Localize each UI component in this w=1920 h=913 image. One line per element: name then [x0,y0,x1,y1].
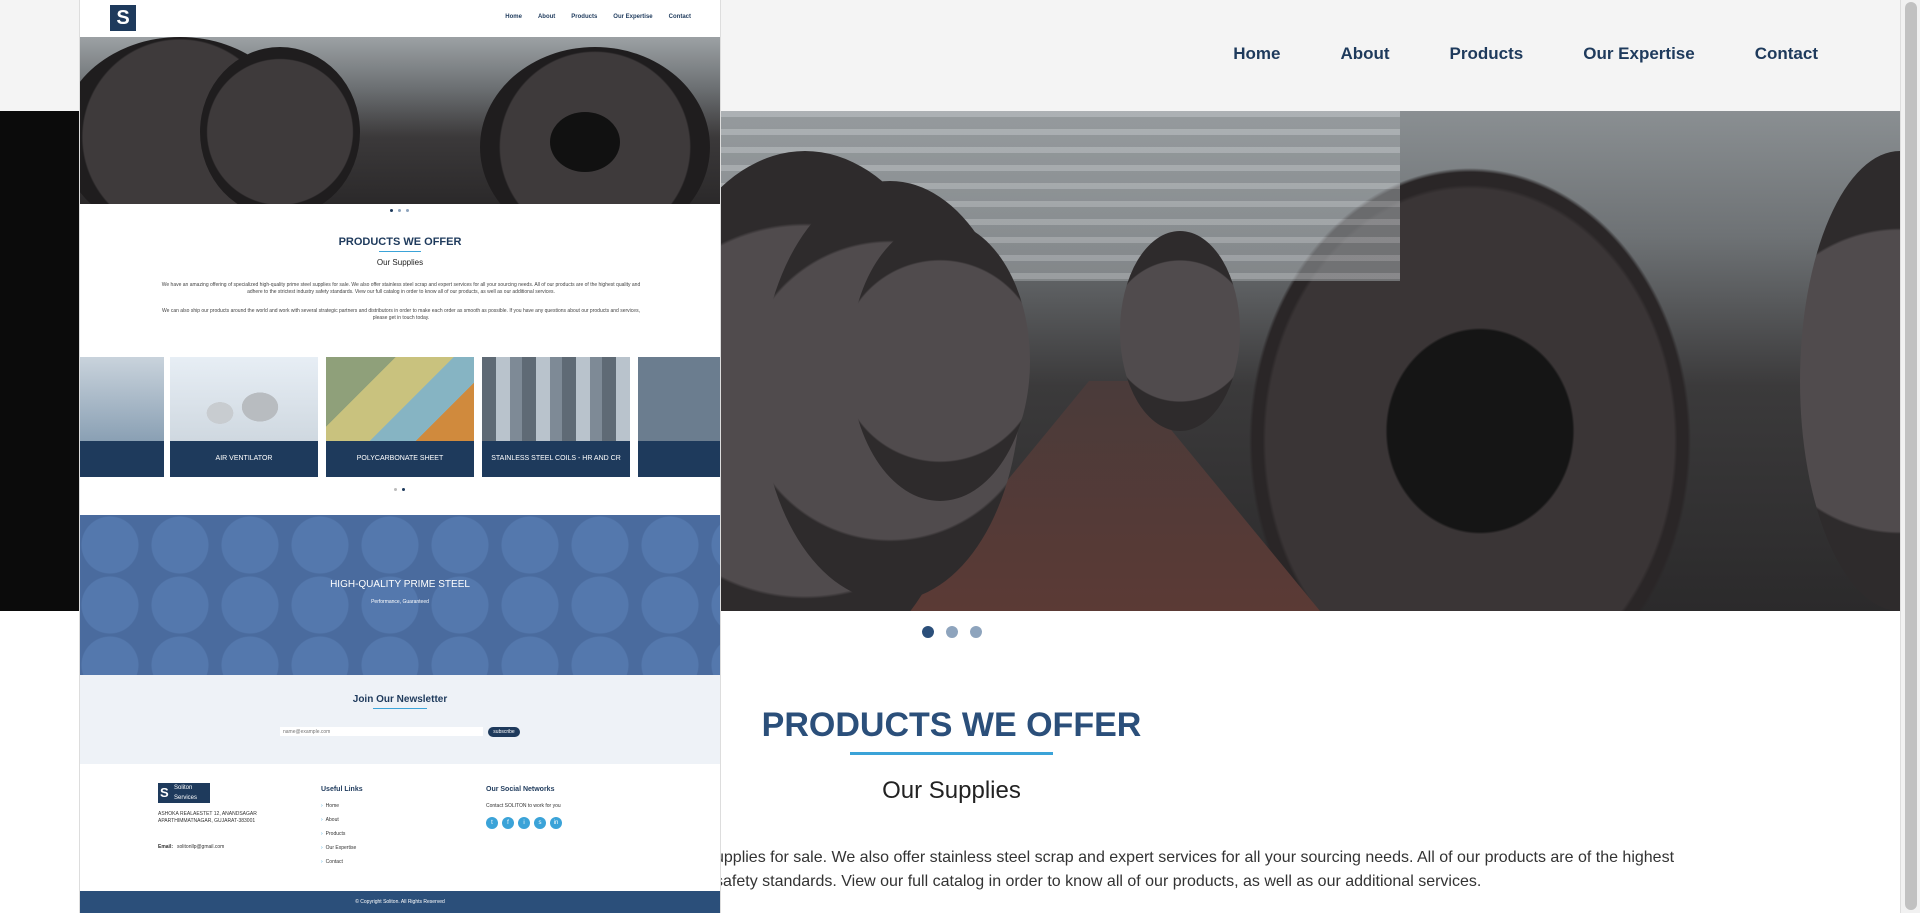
facebook-icon[interactable]: f [502,817,514,829]
footer-link-products[interactable]: Products [321,831,356,845]
slider-dot[interactable] [398,209,401,212]
products-paragraph-2: We can also ship our products around the… [162,308,640,321]
preview-hero-image [80,37,720,204]
newsletter-email-input[interactable] [280,727,483,736]
carousel-dots [394,488,405,491]
useful-links-title: Useful Links [321,786,363,793]
nav-products-link[interactable]: Products [571,14,597,20]
product-card-air-ventilator[interactable]: AIR VENTILATOR [170,357,318,477]
product-card[interactable] [80,357,164,477]
nav-contact-link[interactable]: Contact [1755,44,1818,64]
products-title: PRODUCTS WE OFFER [338,236,462,248]
product-carousel: AIR VENTILATOR POLYCARBONATE SHEET STAIN… [80,357,720,477]
hero-slider-dots [922,626,982,638]
email-label: Email: [158,844,174,850]
product-card[interactable] [638,357,720,477]
product-card-polycarbonate-sheet[interactable]: POLYCARBONATE SHEET [326,357,474,477]
nav-about-link[interactable]: About [538,14,555,20]
nav-home-link[interactable]: Home [505,14,522,20]
carousel-prev-icon[interactable]: ‹ [164,410,167,421]
newsletter-title: Join Our Newsletter [352,694,448,705]
logo-icon[interactable]: S [110,5,136,31]
scrollbar-thumb[interactable] [1905,2,1917,910]
title-underline [379,251,421,252]
linkedin-icon[interactable]: in [550,817,562,829]
skype-icon[interactable]: s [534,817,546,829]
main-nav: Home About Products Our Expertise Contac… [1173,44,1818,64]
newsletter-underline [373,708,427,709]
footer-link-home[interactable]: Home [321,803,356,817]
nav-expertise-link[interactable]: Our Expertise [1583,44,1695,64]
footer-email: Email: solitonllp@gmail.com [158,844,224,850]
preview-nav: Home About Products Our Expertise Contac… [489,14,691,20]
footer-link-expertise[interactable]: Our Expertise [321,845,357,859]
title-underline [850,752,1053,755]
slider-dot[interactable] [390,209,393,212]
preview-header: S Home About Products Our Expertise Cont… [80,0,720,37]
banner-title: HIGH-QUALITY PRIME STEEL [330,579,470,590]
slider-dot[interactable] [922,626,934,638]
email-value[interactable]: solitonllp@gmail.com [177,844,224,850]
social-networks-title: Our Social Networks [486,786,555,793]
carousel-next-icon[interactable]: › [632,410,635,421]
nav-products-link[interactable]: Products [1450,44,1524,64]
products-subtitle: Our Supplies [376,258,424,267]
slider-dot[interactable] [406,209,409,212]
nav-home-link[interactable]: Home [1233,44,1280,64]
twitter-icon[interactable]: t [486,817,498,829]
products-paragraph: We have an amazing offering of specializ… [161,282,641,295]
useful-links-list: Home About Products Our Expertise Contac… [321,803,357,873]
footer-logo[interactable]: S Soliton Services [158,783,210,803]
banner-subtitle: Performance, Guaranteed [371,599,429,605]
copyright-bar: © Copyright Soliton. All Rights Reserved [80,891,720,913]
products-paragraph: upplies for sale. We also offer stainles… [715,849,1675,890]
page-scrollbar[interactable] [1900,0,1920,913]
subscribe-button[interactable]: subscribe [488,727,520,737]
nav-contact-link[interactable]: Contact [669,14,691,20]
carousel-dot[interactable] [402,488,405,491]
carousel-dot[interactable] [394,488,397,491]
social-networks-text: Contact SOLITON to work for you [486,803,561,809]
preview-slider-dots [390,209,409,212]
footer-address: ASHOKA REALAESTET 12, ANANDSAGAR APARTHI… [158,811,257,824]
nav-expertise-link[interactable]: Our Expertise [613,14,652,20]
footer-link-contact[interactable]: Contact [321,859,356,873]
prime-steel-banner [80,515,720,675]
instagram-icon[interactable]: i [518,817,530,829]
nav-about-link[interactable]: About [1340,44,1389,64]
footer-link-about[interactable]: About [321,817,356,831]
product-card-stainless-steel-coils[interactable]: STAINLESS STEEL COILS - HR AND CR [482,357,630,477]
logo-icon: S [160,785,169,800]
newsletter-section [80,675,720,764]
slider-dot[interactable] [946,626,958,638]
page-preview-overlay: S Home About Products Our Expertise Cont… [80,0,720,913]
social-icons: t f i s in [486,817,562,829]
slider-dot[interactable] [970,626,982,638]
